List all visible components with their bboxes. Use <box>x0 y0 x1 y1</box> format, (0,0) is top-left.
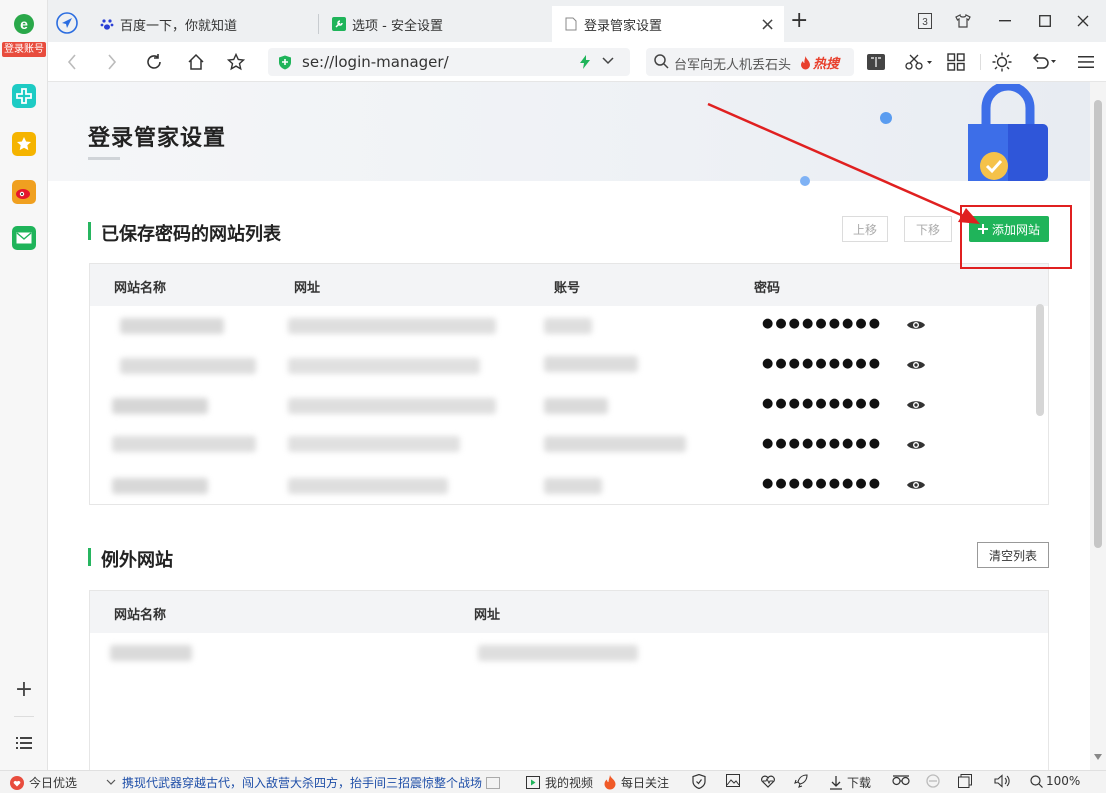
daily-follow[interactable]: 每日关注 <box>604 774 669 791</box>
news-text[interactable]: 携现代武器穿越古代，闯入敌营大杀四方，抬手间三招震惊整个战场 <box>122 774 482 791</box>
window-restore-icon[interactable] <box>958 774 972 788</box>
status-bar: 今日优选 携现代武器穿越古代，闯入敌营大杀四方，抬手间三招震惊整个战场 我的视频… <box>0 770 1106 793</box>
image-icon[interactable] <box>726 774 740 787</box>
annotation-arrow-line <box>707 102 969 220</box>
annotation-highlight-box <box>960 205 1072 269</box>
my-video[interactable]: 我的视频 <box>526 774 593 791</box>
ie-compat-icon[interactable] <box>926 774 940 788</box>
download-label: 下载 <box>847 776 872 790</box>
zoom-search-icon <box>1030 774 1043 788</box>
zoom-control[interactable]: 100% <box>1030 774 1080 788</box>
rocket-icon[interactable] <box>794 774 808 788</box>
shield-status-icon[interactable] <box>692 774 706 789</box>
glasses-icon[interactable] <box>892 774 910 786</box>
daily-follow-label: 每日关注 <box>621 776 670 790</box>
my-video-label: 我的视频 <box>545 776 594 790</box>
picture-icon <box>486 776 501 789</box>
download[interactable]: 下载 <box>830 774 871 791</box>
download-arrow-icon <box>830 775 842 790</box>
health-heart-icon[interactable] <box>760 774 776 788</box>
today-pick-label: 今日优选 <box>29 776 78 790</box>
flame-icon <box>604 775 616 790</box>
volume-icon[interactable] <box>994 774 1010 788</box>
zoom-level: 100% <box>1046 774 1081 788</box>
chevron-down-icon <box>106 779 116 785</box>
annotation-arrow-overlay <box>707 102 980 224</box>
heart-icon <box>10 775 24 790</box>
news-ticker[interactable]: 携现代武器穿越古代，闯入敌营大杀四方，抬手间三招震惊整个战场 <box>106 774 501 791</box>
video-play-icon <box>526 776 540 789</box>
today-pick[interactable]: 今日优选 <box>10 774 77 791</box>
